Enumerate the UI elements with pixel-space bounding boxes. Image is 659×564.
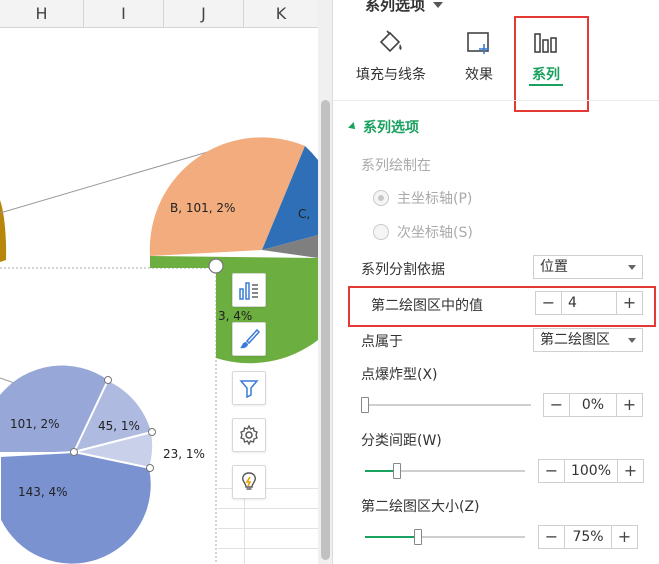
divider — [333, 100, 659, 101]
second-plot-size-stepper[interactable]: − 75% + — [538, 525, 638, 549]
increment-button[interactable]: + — [616, 394, 642, 416]
decrement-button[interactable]: − — [539, 460, 565, 482]
pie-of-pie-chart[interactable]: B, 101, 2% C, 3, 4% 101, 2% 45, 1% 23, 1… — [0, 0, 318, 564]
filter-icon — [239, 380, 259, 399]
chevron-down-icon — [628, 265, 636, 270]
data-label-b: B, 101, 2% — [170, 201, 235, 215]
decrement-button[interactable]: − — [544, 394, 570, 416]
gap-width-stepper[interactable]: − 100% + — [538, 459, 644, 483]
stepper-value[interactable]: 4 — [562, 292, 616, 314]
chart-ideas-button[interactable] — [232, 465, 266, 499]
highlight-box — [514, 16, 589, 112]
chevron-down-icon — [628, 338, 636, 343]
increment-button[interactable]: + — [616, 292, 642, 314]
format-series-panel: 系列选项 填充与线条 效果 系列 系列选项 系列绘制在 主坐标轴(P) 次坐标轴… — [332, 0, 659, 564]
radio-secondary-axis[interactable]: 次坐标轴(S) — [373, 222, 473, 242]
second-plot-values-label: 第二绘图区中的值 — [371, 298, 483, 314]
point-belongs-select[interactable]: 第二绘图区 — [533, 328, 643, 352]
stepper-value[interactable]: 100% — [565, 460, 617, 482]
selection-handle[interactable] — [208, 258, 224, 274]
chart-elements-icon — [239, 282, 258, 300]
second-plot-size-slider-fill — [365, 536, 418, 538]
point-handle[interactable] — [146, 464, 154, 472]
explosion-label: 点爆炸型(X) — [361, 367, 438, 383]
point-belongs-label: 点属于 — [361, 334, 403, 350]
section-title: 系列选项 — [363, 120, 419, 136]
radio-label: 主坐标轴(P) — [397, 191, 473, 207]
chart-elements-button[interactable] — [232, 273, 266, 307]
explosion-slider-thumb[interactable] — [361, 397, 369, 413]
chart-filter-button[interactable] — [232, 371, 266, 405]
increment-button[interactable]: + — [611, 526, 637, 548]
stepper-value[interactable]: 75% — [565, 526, 611, 548]
increment-button[interactable]: + — [617, 460, 643, 482]
data-label-c: C, — [298, 207, 310, 221]
point-handle[interactable] — [148, 428, 156, 436]
gap-width-label: 分类间距(W) — [361, 433, 442, 449]
radio-label: 次坐标轴(S) — [397, 225, 473, 241]
brush-icon — [240, 328, 260, 349]
data-label-101: 101, 2% — [10, 417, 60, 431]
chart-settings-button[interactable] — [232, 418, 266, 452]
data-label-d: 3, 4% — [218, 309, 252, 323]
gear-icon — [240, 424, 258, 446]
explosion-stepper[interactable]: − 0% + — [543, 393, 643, 417]
sub-pie-slice-143[interactable] — [0, 450, 153, 564]
chart-style-button[interactable] — [232, 322, 266, 356]
tab-fill-line[interactable]: 填充与线条 — [351, 28, 431, 88]
radio-primary-axis[interactable]: 主坐标轴(P) — [373, 188, 472, 208]
lightbulb-icon — [242, 472, 256, 490]
pie-slice-partial[interactable] — [0, 200, 7, 262]
gap-width-slider-thumb[interactable] — [393, 463, 401, 479]
decrement-button[interactable]: − — [539, 526, 565, 548]
second-plot-size-label: 第二绘图区大小(Z) — [361, 499, 480, 515]
point-handle[interactable] — [70, 448, 78, 456]
split-by-select[interactable]: 位置 — [533, 255, 643, 279]
stepper-value[interactable]: 0% — [570, 394, 616, 416]
radio-button[interactable] — [373, 190, 389, 206]
select-value: 第二绘图区 — [540, 332, 610, 348]
point-handle[interactable] — [104, 376, 112, 384]
vertical-scrollbar[interactable] — [318, 0, 332, 564]
plot-on-label: 系列绘制在 — [361, 158, 431, 174]
radio-button[interactable] — [373, 224, 389, 240]
explosion-slider-track[interactable] — [365, 404, 531, 406]
spreadsheet-area[interactable]: H I J K B, 101, 2% C, 3, 4% 101, 2% 45, … — [0, 0, 318, 564]
scrollbar-thumb[interactable] — [321, 100, 330, 560]
tab-label: 填充与线条 — [356, 67, 426, 83]
chevron-down-icon — [433, 1, 444, 8]
section-header-series-options[interactable]: 系列选项 — [348, 117, 419, 137]
decrement-button[interactable]: − — [536, 292, 562, 314]
data-label-143: 143, 4% — [18, 485, 68, 499]
second-plot-values-stepper[interactable]: − 4 + — [535, 291, 643, 315]
effects-icon — [467, 32, 489, 54]
data-label-23: 23, 1% — [163, 447, 205, 461]
panel-title: 系列选项 — [365, 0, 426, 14]
second-plot-size-slider-thumb[interactable] — [413, 529, 422, 545]
split-by-label: 系列分割依据 — [361, 262, 445, 278]
collapse-triangle-icon — [348, 122, 358, 132]
select-value: 位置 — [540, 259, 568, 275]
data-label-45: 45, 1% — [98, 419, 140, 433]
fill-bucket-icon — [379, 30, 402, 53]
panel-title-dropdown[interactable]: 系列选项 — [365, 0, 444, 15]
